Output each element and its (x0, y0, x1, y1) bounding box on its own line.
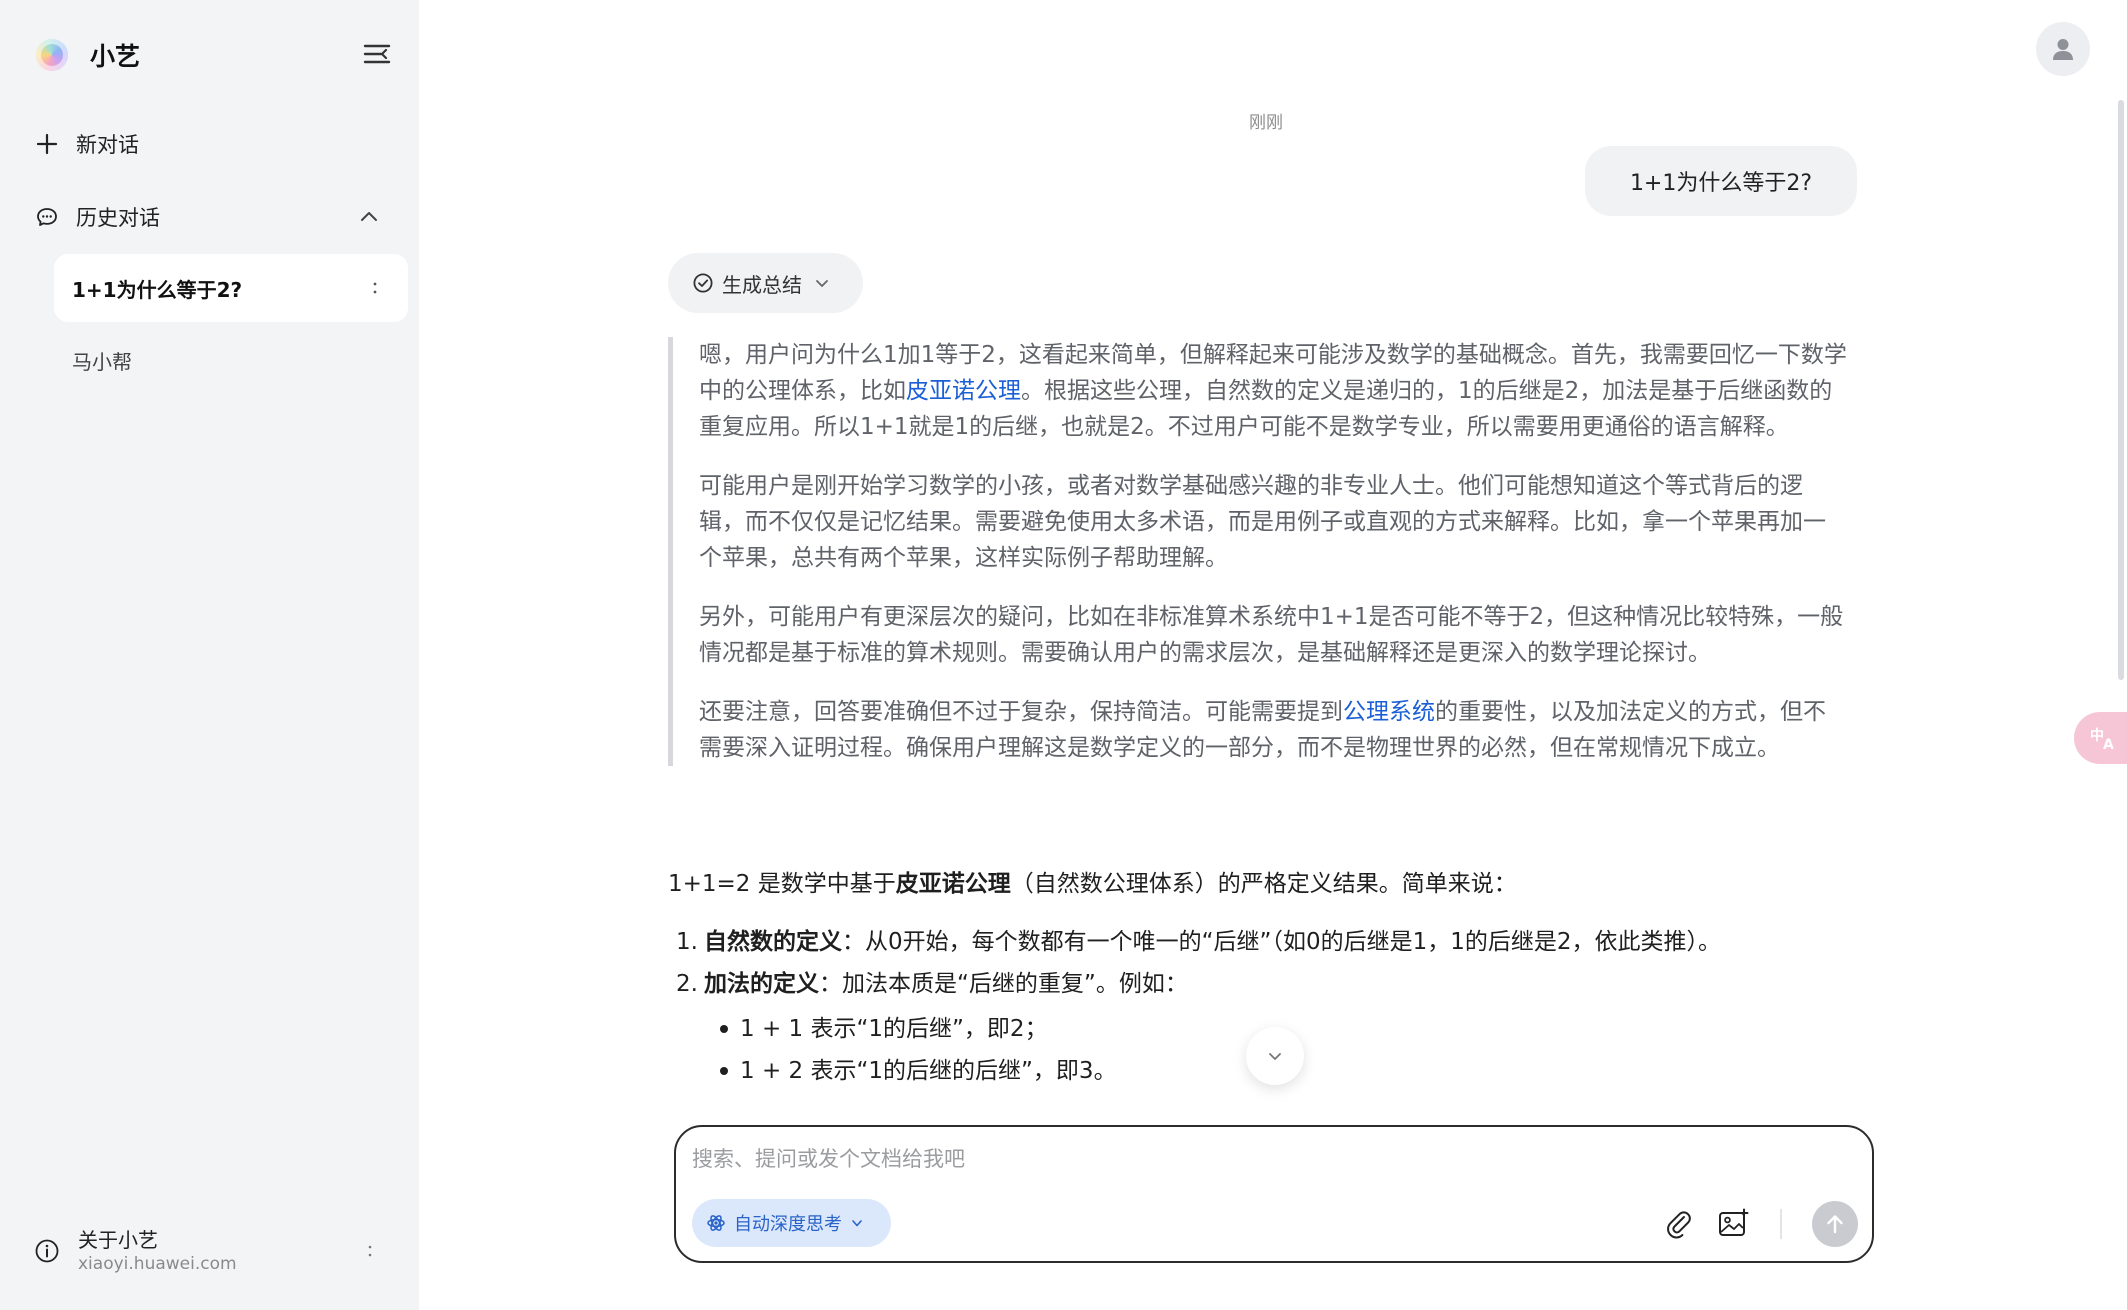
about-title: 关于小艺 (78, 1228, 158, 1252)
more-vertical-icon[interactable] (367, 1240, 373, 1262)
sidebar: 小艺 新对话 历史对话 1+1为什么等于2? 马小帮 关于小艺 xiaoyi.h… (0, 0, 419, 1310)
scroll-to-bottom-button[interactable] (1246, 1027, 1304, 1085)
image-icon[interactable] (1716, 1207, 1750, 1241)
list-item-text: ：加法本质是“后继的重复”。例如： (819, 971, 1188, 997)
history-section-toggle[interactable]: 历史对话 (34, 200, 160, 234)
svg-text:中: 中 (2090, 727, 2104, 744)
svg-text:A: A (2103, 737, 2114, 753)
axiom-system-link[interactable]: 公理系统 (1343, 699, 1435, 725)
chevron-down-icon (1269, 1053, 1281, 1060)
arrow-up-icon (1827, 1215, 1843, 1234)
thinking-paragraph: 可能用户是刚开始学习数学的小孩，或者对数学基础感兴趣的非专业人士。他们可能想知道… (699, 473, 1826, 571)
thinking-paragraph: 另外，可能用户有更深层次的疑问，比如在非标准算术系统中1+1是否可能不等于2，但… (699, 604, 1844, 666)
thinking-paragraph: 还要注意，回答要准确但不过于复杂，保持简洁。可能需要提到公理系统的重要性，以及加… (699, 694, 1848, 766)
scrollbar[interactable] (2118, 100, 2124, 680)
composer: 自动深度思考 (674, 1125, 1874, 1263)
history-item-title: 马小帮 (72, 349, 132, 374)
info-icon (34, 1238, 60, 1264)
user-message-text: 1+1为什么等于2? (1629, 171, 1813, 196)
list-number: 2. (676, 971, 698, 997)
chevron-down-icon (814, 275, 830, 291)
brand-name: 小艺 (90, 42, 141, 71)
chat-bubble-icon (34, 204, 60, 230)
history-item[interactable]: 马小帮 (54, 326, 408, 394)
peano-axioms-link[interactable]: 皮亚诺公理 (906, 378, 1021, 404)
brand[interactable]: 小艺 (36, 38, 140, 72)
chevron-down-icon (850, 1216, 864, 1230)
bullet-text: 1 + 2 表示“1的后继的后继”，即3。 (740, 1058, 1117, 1084)
user-avatar-icon[interactable] (2036, 22, 2090, 76)
user-message-bubble: 1+1为什么等于2? (1585, 146, 1857, 216)
chat-input[interactable] (692, 1141, 1852, 1177)
new-chat-label: 新对话 (76, 133, 139, 157)
sidebar-collapse-icon[interactable] (362, 40, 392, 68)
list-item-bold: 加法的定义 (704, 971, 819, 997)
message-timestamp: 刚刚 (1249, 113, 1283, 133)
generate-summary-label: 生成总结 (722, 272, 802, 297)
bullet-text: 1 + 1 表示“1的后继”，即2； (740, 1016, 1048, 1042)
paperclip-icon[interactable] (1662, 1207, 1696, 1241)
generate-summary-button[interactable]: 生成总结 (668, 253, 863, 313)
auto-deep-think-label: 自动深度思考 (734, 1214, 842, 1235)
answer-bold: 皮亚诺公理 (895, 871, 1011, 897)
atom-icon (706, 1213, 726, 1233)
more-vertical-icon[interactable] (372, 276, 378, 300)
chevron-up-icon[interactable] (356, 205, 382, 229)
plus-icon (34, 131, 60, 157)
history-label: 历史对话 (76, 206, 160, 230)
thinking-process: 嗯，用户问为什么1加1等于2，这看起来简单，但解释起来可能涉及数学的基础概念。首… (668, 337, 1848, 766)
list-number: 1. (676, 929, 698, 955)
answer-text: 1+1=2 是数学中基于 (668, 871, 896, 897)
thinking-text: 还要注意，回答要准确但不过于复杂，保持简洁。可能需要提到 (699, 699, 1343, 725)
check-circle-icon (692, 272, 714, 294)
toolbar-divider (1780, 1209, 1782, 1239)
translate-icon[interactable]: 中 A (2074, 712, 2127, 764)
answer-text: （自然数公理体系）的严格定义结果。简单来说： (1010, 871, 1517, 897)
bullet-dot (720, 1067, 728, 1075)
brand-logo (36, 39, 68, 71)
about-url: xiaoyi.huawei.com (78, 1254, 237, 1274)
auto-deep-think-toggle[interactable]: 自动深度思考 (692, 1199, 891, 1247)
list-item: 1. 自然数的定义：从0开始，每个数都有一个唯一的“后继”（如0的后继是1，1的… (668, 924, 1858, 960)
list-item-bold: 自然数的定义 (704, 929, 842, 955)
history-item[interactable]: 1+1为什么等于2? (54, 254, 408, 322)
list-item: 2. 加法的定义：加法本质是“后继的重复”。例如： (668, 966, 1858, 1002)
answer-intro: 1+1=2 是数学中基于皮亚诺公理（自然数公理体系）的严格定义结果。简单来说： (668, 866, 1858, 902)
bullet-dot (720, 1025, 728, 1033)
send-button[interactable] (1812, 1201, 1858, 1247)
new-chat-button[interactable]: 新对话 (34, 127, 139, 161)
history-item-title: 1+1为什么等于2? (72, 277, 243, 302)
thinking-paragraph: 嗯，用户问为什么1加1等于2，这看起来简单，但解释起来可能涉及数学的基础概念。首… (699, 337, 1848, 445)
list-item-text: ：从0开始，每个数都有一个唯一的“后继”（如0的后继是1，1的后继是2，依此类推… (842, 929, 1721, 955)
